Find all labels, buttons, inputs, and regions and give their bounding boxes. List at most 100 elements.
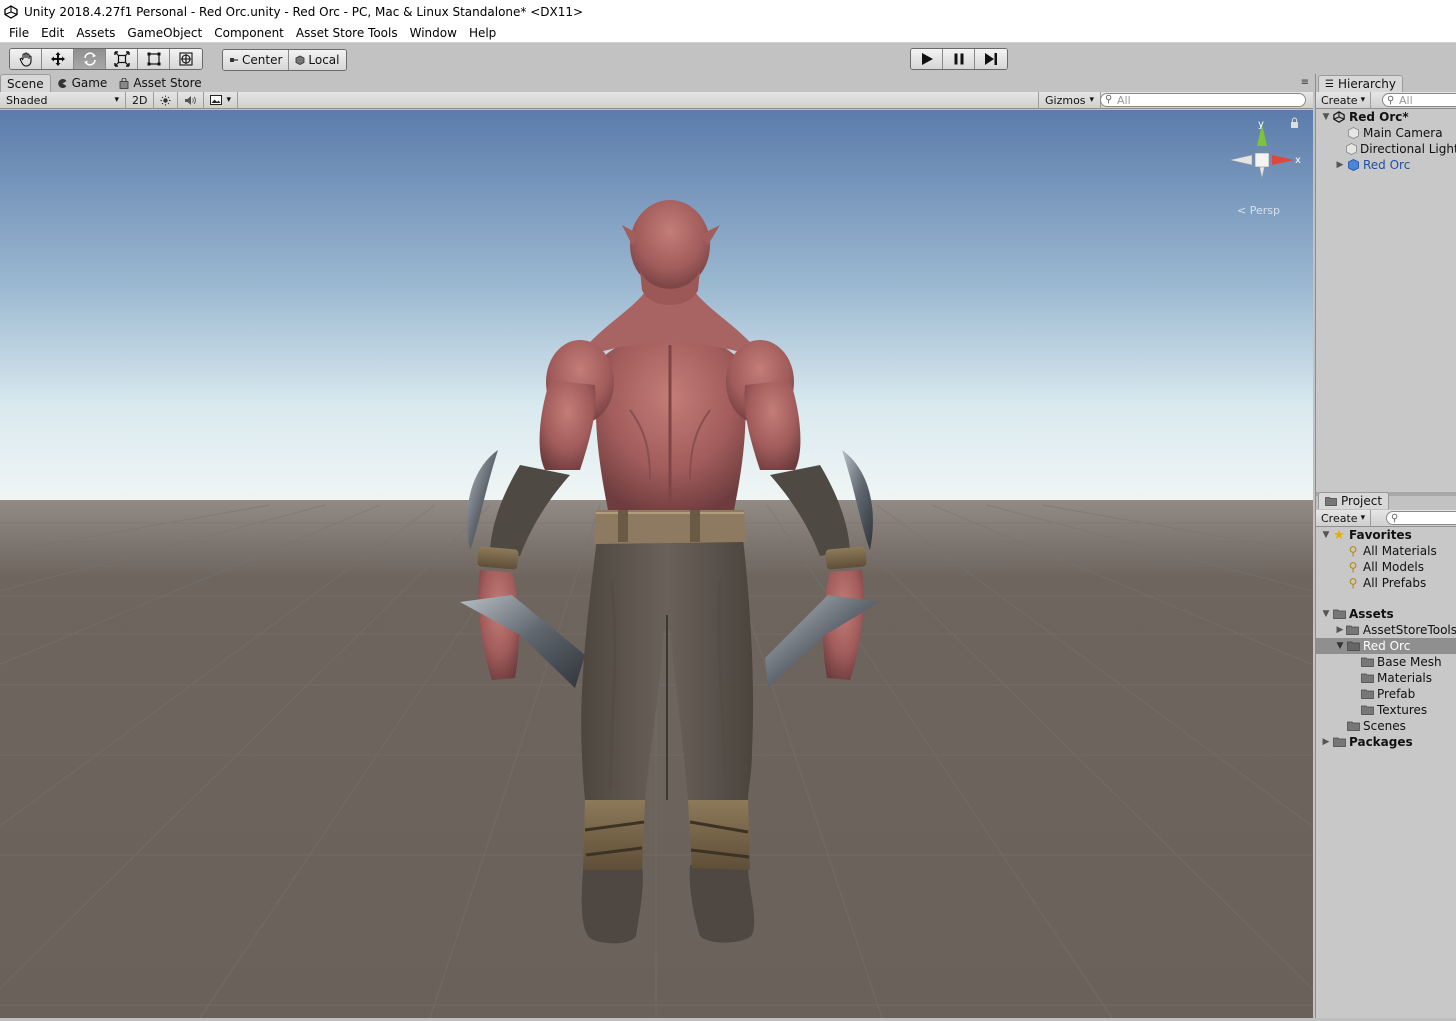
folder-label: Materials bbox=[1377, 671, 1433, 685]
project-create-button[interactable]: Create bbox=[1316, 509, 1372, 527]
folder-assetstoretools[interactable]: ▶ AssetStoreTools bbox=[1316, 622, 1456, 638]
folder-prefab[interactable]: Prefab bbox=[1316, 686, 1456, 702]
folder-materials[interactable]: Materials bbox=[1316, 670, 1456, 686]
shading-mode-dropdown[interactable]: Shaded bbox=[0, 91, 126, 109]
image-effects-icon bbox=[210, 95, 223, 105]
project-tree: ▼ ★ Favorites ⚲ All Materials ⚲ All Mode… bbox=[1316, 527, 1456, 1018]
hierarchy-item-red-orc[interactable]: ▶ Red Orc bbox=[1316, 157, 1456, 173]
menu-asset-store-tools[interactable]: Asset Store Tools bbox=[290, 26, 404, 40]
expand-arrow-icon[interactable]: ▼ bbox=[1334, 641, 1346, 651]
hierarchy-tab-label: Hierarchy bbox=[1337, 77, 1396, 91]
folder-textures[interactable]: Textures bbox=[1316, 702, 1456, 718]
hand-tool-button[interactable] bbox=[10, 49, 42, 69]
expand-arrow-icon[interactable]: ▼ bbox=[1320, 112, 1332, 122]
effects-dropdown[interactable] bbox=[204, 91, 238, 109]
pivot-local-label: Local bbox=[308, 53, 340, 67]
pacman-game-icon bbox=[57, 78, 67, 88]
folder-base-mesh[interactable]: Base Mesh bbox=[1316, 654, 1456, 670]
folder-label: Base Mesh bbox=[1377, 655, 1442, 669]
menu-bar: File Edit Assets GameObject Component As… bbox=[0, 23, 1456, 43]
hierarchy-item-label: Red Orc bbox=[1363, 158, 1411, 172]
tab-asset-store-label: Asset Store bbox=[133, 76, 202, 90]
collapse-arrow-icon[interactable]: ▶ bbox=[1334, 160, 1346, 170]
folder-icon bbox=[1360, 672, 1374, 684]
favorite-all-models[interactable]: ⚲ All Models bbox=[1316, 559, 1456, 575]
rotate-tool-button[interactable] bbox=[74, 49, 106, 69]
hierarchy-toolbar: Create ⚲ All bbox=[1316, 91, 1456, 109]
packages-label: Packages bbox=[1349, 735, 1413, 749]
scene-viewport[interactable]: y x < Persp bbox=[0, 110, 1313, 1018]
scale-icon bbox=[113, 51, 130, 67]
assets-section[interactable]: ▼ Assets bbox=[1316, 606, 1456, 622]
tab-project[interactable]: Project bbox=[1318, 492, 1390, 509]
expand-arrow-icon[interactable]: ▼ bbox=[1320, 609, 1332, 619]
gizmo-y-label: y bbox=[1258, 119, 1264, 130]
hierarchy-item-main-camera[interactable]: Main Camera bbox=[1316, 125, 1456, 141]
hierarchy-search-input[interactable]: ⚲ All bbox=[1382, 93, 1456, 107]
hierarchy-item-label: Main Camera bbox=[1363, 126, 1443, 140]
project-create-label: Create bbox=[1321, 511, 1358, 525]
favorite-item-label: All Prefabs bbox=[1363, 576, 1427, 590]
menu-component[interactable]: Component bbox=[208, 26, 290, 40]
rect-tool-button[interactable] bbox=[138, 49, 170, 69]
move-tool-button[interactable] bbox=[42, 49, 74, 69]
folder-red-orc[interactable]: ▼ Red Orc bbox=[1316, 638, 1456, 654]
gizmo-x-label: x bbox=[1295, 155, 1301, 166]
menu-file[interactable]: File bbox=[3, 26, 35, 40]
tab-menu-icon[interactable]: ≡ bbox=[1301, 77, 1309, 88]
window-title: Unity 2018.4.27f1 Personal - Red Orc.uni… bbox=[24, 4, 584, 19]
hierarchy-create-button[interactable]: Create bbox=[1316, 91, 1372, 109]
folder-label: AssetStoreTools bbox=[1362, 623, 1456, 637]
folder-scenes[interactable]: Scenes bbox=[1316, 718, 1456, 734]
menu-edit[interactable]: Edit bbox=[35, 26, 70, 40]
toggle-2d-button[interactable]: 2D bbox=[126, 91, 155, 109]
collapse-arrow-icon[interactable]: ▶ bbox=[1334, 625, 1346, 635]
play-button[interactable] bbox=[911, 49, 943, 69]
favorites-section[interactable]: ▼ ★ Favorites bbox=[1316, 527, 1456, 543]
gizmos-dropdown[interactable]: Gizmos bbox=[1038, 91, 1102, 109]
audio-toggle[interactable] bbox=[178, 91, 205, 109]
tab-game[interactable]: Game bbox=[51, 74, 114, 92]
rect-transform-icon bbox=[147, 52, 160, 66]
menu-gameobject[interactable]: GameObject bbox=[121, 26, 208, 40]
gizmo-persp-label[interactable]: < Persp bbox=[1237, 204, 1280, 217]
packages-section[interactable]: ▶ Packages bbox=[1316, 734, 1456, 750]
menu-window[interactable]: Window bbox=[404, 26, 463, 40]
toggle-2d-label: 2D bbox=[132, 93, 148, 107]
pivot-local-button[interactable]: Local bbox=[289, 50, 346, 70]
transform-tool-button[interactable] bbox=[170, 49, 202, 69]
tab-scene[interactable]: Scene bbox=[0, 74, 51, 92]
scene-render: y x < Persp bbox=[0, 110, 1313, 1018]
assets-label: Assets bbox=[1349, 607, 1394, 621]
tab-asset-store[interactable]: Asset Store bbox=[113, 74, 207, 92]
pivot-center-button[interactable]: Center bbox=[223, 50, 290, 70]
project-search-input[interactable]: ⚲ bbox=[1386, 511, 1456, 525]
tab-hierarchy[interactable]: ☰ Hierarchy bbox=[1318, 75, 1403, 92]
scene-search-input[interactable]: ⚲ All bbox=[1100, 93, 1306, 107]
step-button[interactable] bbox=[975, 49, 1007, 69]
project-toolbar: Create ⚲ bbox=[1316, 509, 1456, 527]
favorite-all-prefabs[interactable]: ⚲ All Prefabs bbox=[1316, 575, 1456, 591]
scene-search-placeholder: All bbox=[1117, 93, 1131, 107]
pivot-toggles: Center Local bbox=[222, 49, 347, 71]
gizmo-lock-icon[interactable] bbox=[1291, 122, 1298, 128]
move-arrows-icon bbox=[50, 52, 65, 66]
lighting-toggle[interactable] bbox=[154, 91, 179, 109]
scene-root-item[interactable]: ▼ Red Orc* bbox=[1316, 109, 1456, 125]
expand-arrow-icon[interactable]: ▼ bbox=[1320, 530, 1332, 540]
scale-tool-button[interactable] bbox=[106, 49, 138, 69]
play-icon bbox=[921, 53, 933, 65]
hierarchy-item-directional-light[interactable]: Directional Light bbox=[1316, 141, 1456, 157]
right-panels: ☰ Hierarchy Create ⚲ All ▼ Red Orc* Main… bbox=[1315, 74, 1456, 1018]
folder-icon bbox=[1325, 497, 1337, 506]
pause-button[interactable] bbox=[943, 49, 975, 69]
center-pivot-icon bbox=[230, 58, 238, 62]
scene-tab-bar: Scene Game Asset Store ≡ bbox=[0, 74, 1313, 92]
menu-help[interactable]: Help bbox=[463, 26, 502, 40]
collapse-arrow-icon[interactable]: ▶ bbox=[1320, 737, 1332, 747]
folder-label: Prefab bbox=[1377, 687, 1416, 701]
favorite-all-materials[interactable]: ⚲ All Materials bbox=[1316, 543, 1456, 559]
menu-assets[interactable]: Assets bbox=[70, 26, 121, 40]
search-filter-icon: ⚲ bbox=[1348, 576, 1358, 590]
gizmos-label: Gizmos bbox=[1045, 93, 1086, 107]
